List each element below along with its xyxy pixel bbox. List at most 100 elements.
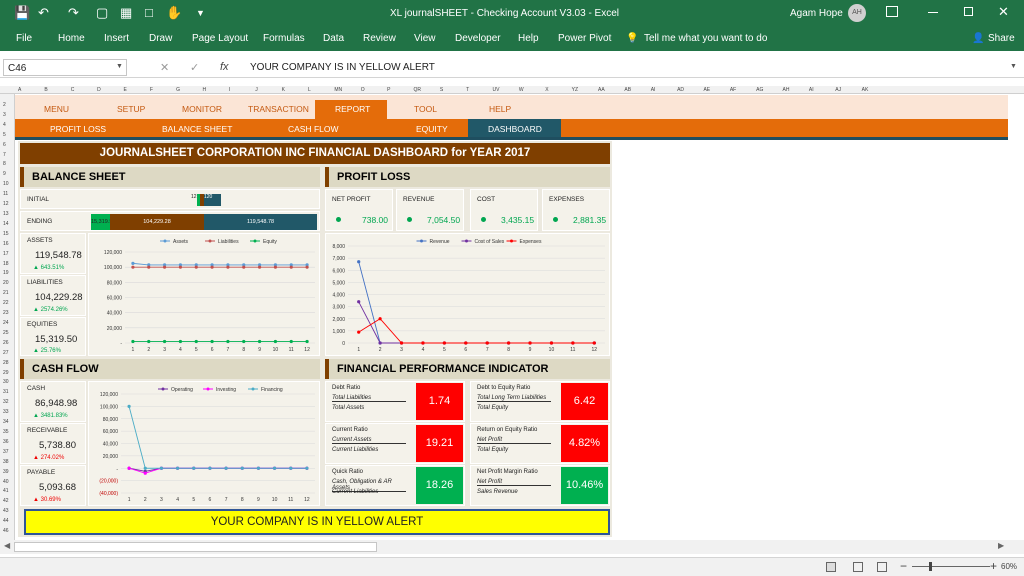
menu-item-report[interactable]: REPORT [335, 104, 370, 114]
menu-item-tool[interactable]: TOOL [414, 104, 437, 114]
scroll-thumb[interactable] [14, 542, 377, 552]
row-number[interactable]: 35 [3, 429, 9, 435]
share-button[interactable]: Share [988, 33, 1015, 44]
column-letter[interactable]: AJ [835, 87, 841, 93]
new-file-icon[interactable]: □ [145, 5, 153, 20]
scroll-right-icon[interactable]: ▶ [998, 541, 1004, 550]
enter-icon[interactable]: ✓ [190, 61, 199, 74]
row-number[interactable]: 8 [3, 161, 6, 167]
row-number[interactable]: 22 [3, 300, 9, 306]
row-number[interactable]: 39 [3, 469, 9, 475]
page-break-view-icon[interactable] [877, 562, 887, 572]
submenu-dashboard[interactable]: DASHBOARD [488, 124, 542, 134]
tell-me-input[interactable]: Tell me what you want to do [644, 33, 767, 44]
row-number[interactable]: 20 [3, 280, 9, 286]
scroll-left-icon[interactable]: ◀ [4, 541, 10, 550]
row-number[interactable]: 21 [3, 290, 9, 296]
column-letter[interactable]: AK [862, 87, 869, 93]
column-letter[interactable]: AI [651, 87, 656, 93]
tab-developer[interactable]: Developer [455, 33, 501, 44]
row-number[interactable]: 43 [3, 508, 9, 514]
row-number[interactable]: 19 [3, 270, 9, 276]
tab-formulas[interactable]: Formulas [263, 33, 305, 44]
column-letter[interactable]: T [466, 87, 469, 93]
menu-item-help[interactable]: HELP [489, 104, 511, 114]
row-number[interactable]: 30 [3, 379, 9, 385]
menu-item-transaction[interactable]: TRANSACTION [248, 104, 309, 114]
tab-review[interactable]: Review [363, 33, 396, 44]
name-box[interactable]: C46 [3, 59, 127, 76]
row-number[interactable]: 31 [3, 389, 9, 395]
zoom-in-icon[interactable]: + [990, 559, 997, 573]
row-number[interactable]: 32 [3, 399, 9, 405]
column-letter[interactable]: S [440, 87, 443, 93]
column-letter[interactable]: L [308, 87, 311, 93]
tab-file[interactable]: File [16, 33, 32, 44]
column-letter[interactable]: B [44, 87, 47, 93]
share-icon[interactable]: 👤 [972, 33, 984, 44]
cancel-icon[interactable]: ✕ [160, 61, 169, 74]
column-letter[interactable]: YZ [572, 87, 578, 93]
tab-insert[interactable]: Insert [104, 33, 129, 44]
row-number[interactable]: 7 [3, 152, 6, 158]
horizontal-scrollbar[interactable]: ◀ ▶ [0, 540, 1024, 554]
row-number[interactable]: 36 [3, 439, 9, 445]
insert-function-icon[interactable]: fx [220, 61, 229, 73]
row-number[interactable]: 37 [3, 449, 9, 455]
sheet-icon[interactable]: ▦ [120, 5, 132, 21]
row-number[interactable]: 12 [3, 201, 9, 207]
row-number[interactable]: 11 [3, 191, 8, 197]
zoom-level[interactable]: 60% [1001, 562, 1017, 571]
tab-help[interactable]: Help [518, 33, 539, 44]
row-number[interactable]: 40 [3, 479, 9, 485]
column-letter[interactable]: E [123, 87, 126, 93]
row-number[interactable]: 33 [3, 409, 9, 415]
undo-icon[interactable]: ↶ [38, 5, 49, 21]
column-letter[interactable]: W [519, 87, 524, 93]
column-letter[interactable]: A [18, 87, 21, 93]
row-number[interactable]: 29 [3, 370, 9, 376]
column-letter[interactable]: AH [783, 87, 790, 93]
expand-formula-bar-icon[interactable]: ▼ [1010, 63, 1017, 70]
redo-icon[interactable]: ↷ [68, 5, 79, 21]
name-box-dropdown-icon[interactable]: ▼ [116, 63, 123, 70]
tab-home[interactable]: Home [58, 33, 85, 44]
column-letter[interactable]: I [229, 87, 230, 93]
minimize-icon[interactable] [928, 12, 938, 13]
row-number[interactable]: 16 [3, 241, 9, 247]
row-number[interactable]: 24 [3, 320, 9, 326]
menu-item-monitor[interactable]: MONITOR [182, 104, 222, 114]
print-preview-icon[interactable]: ▢ [96, 5, 108, 21]
column-letter[interactable]: AG [756, 87, 763, 93]
normal-view-icon[interactable] [826, 562, 836, 572]
row-number[interactable]: 4 [3, 122, 6, 128]
column-letter[interactable]: X [545, 87, 548, 93]
row-number[interactable]: 25 [3, 330, 9, 336]
tab-power-pivot[interactable]: Power Pivot [558, 33, 611, 44]
column-letter[interactable]: K [282, 87, 285, 93]
save-icon[interactable]: 💾 [14, 5, 30, 21]
row-number[interactable]: 2 [3, 102, 6, 108]
row-number[interactable]: 17 [3, 251, 9, 257]
row-number[interactable]: 34 [3, 419, 9, 425]
column-letter[interactable]: C [71, 87, 75, 93]
row-number[interactable]: 3 [3, 112, 6, 118]
ribbon-display-options-icon[interactable] [886, 6, 898, 17]
submenu-equity[interactable]: EQUITY [416, 124, 448, 134]
column-letter[interactable]: J [255, 87, 258, 93]
column-letter[interactable]: AD [677, 87, 684, 93]
column-letter[interactable]: AE [703, 87, 710, 93]
row-number[interactable]: 6 [3, 142, 6, 148]
row-number[interactable]: 38 [3, 459, 9, 465]
row-number[interactable]: 23 [3, 310, 9, 316]
column-letter[interactable]: AF [730, 87, 736, 93]
customize-qat-icon[interactable]: ▼ [196, 8, 205, 18]
page-layout-view-icon[interactable] [853, 562, 863, 572]
zoom-slider[interactable] [912, 566, 990, 567]
submenu-balance-sheet[interactable]: BALANCE SHEET [162, 124, 232, 134]
row-number[interactable]: 26 [3, 340, 9, 346]
column-letter[interactable]: QR [413, 87, 421, 93]
restore-icon[interactable] [964, 7, 973, 16]
row-number[interactable]: 42 [3, 498, 9, 504]
user-name[interactable]: Agam Hope [790, 8, 843, 19]
